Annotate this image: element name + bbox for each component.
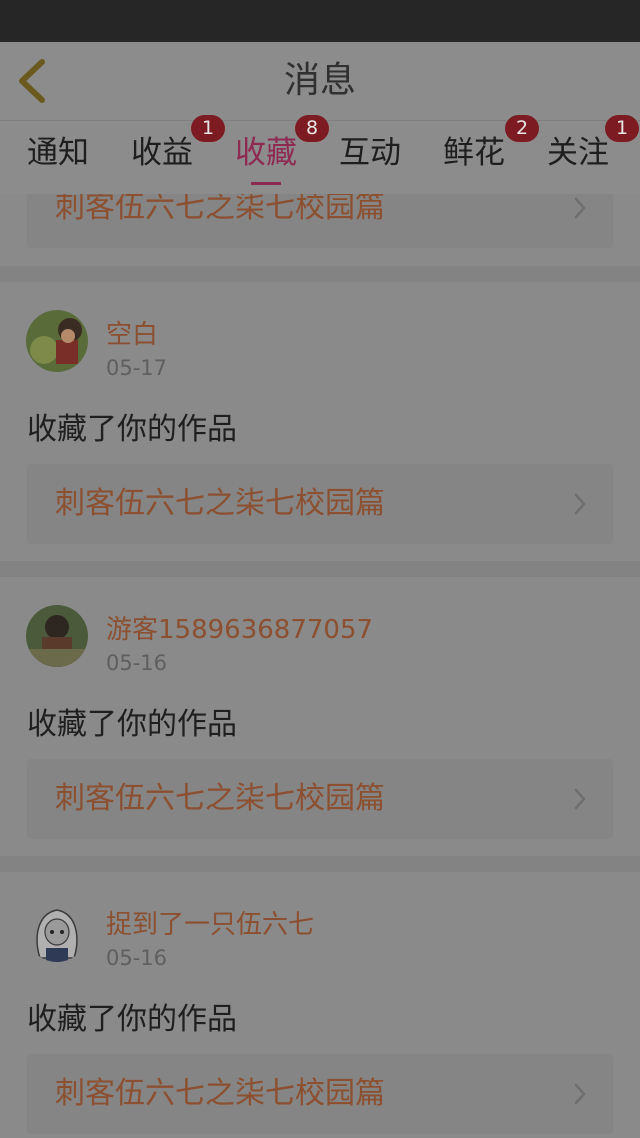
tab-label: 通知 [27, 135, 89, 171]
avatar[interactable] [26, 900, 88, 962]
work-title: 刺客伍六七之柒七校园篇 [55, 194, 385, 225]
tab-favorites[interactable]: 收藏 8 [235, 115, 329, 195]
chevron-right-icon [574, 493, 586, 515]
badge-count: 8 [295, 115, 329, 142]
message-date: 05-17 [106, 356, 168, 380]
tab-label: 收益 [131, 135, 193, 171]
message-text: 收藏了你的作品 [27, 707, 237, 742]
divider [0, 561, 640, 577]
header: 消息 [0, 42, 640, 120]
status-bar [0, 0, 640, 42]
username[interactable]: 游客1589636877057 [106, 609, 373, 646]
tab-label: 关注 [547, 135, 609, 171]
active-tab-indicator [251, 182, 281, 185]
message-list: 刺客伍六七之柒七校园篇 空白 05-17 收藏了你的作品 刺客伍六七之柒七校园篇 [0, 194, 640, 1138]
work-link[interactable]: 刺客伍六七之柒七校园篇 [27, 464, 613, 544]
message-text: 收藏了你的作品 [27, 1002, 237, 1037]
chevron-right-icon [574, 1083, 586, 1105]
badge-count: 1 [605, 115, 639, 142]
message-card: 刺客伍六七之柒七校园篇 [0, 194, 640, 266]
work-link[interactable]: 刺客伍六七之柒七校园篇 [27, 1054, 613, 1134]
tab-notice[interactable]: 通知 [27, 121, 89, 195]
chevron-right-icon [574, 197, 586, 219]
work-title: 刺客伍六七之柒七校园篇 [55, 781, 385, 816]
tab-label: 收藏 [235, 135, 297, 171]
badge-count: 2 [505, 115, 539, 142]
message-date: 05-16 [106, 651, 168, 675]
tab-interaction[interactable]: 互动 [339, 121, 401, 195]
message-card: 空白 05-17 收藏了你的作品 刺客伍六七之柒七校园篇 [0, 282, 640, 561]
work-title: 刺客伍六七之柒七校园篇 [55, 1076, 385, 1111]
work-title: 刺客伍六七之柒七校园篇 [55, 486, 385, 521]
username[interactable]: 捉到了一只伍六七 [106, 904, 314, 941]
message-text: 收藏了你的作品 [27, 412, 237, 447]
tab-earnings[interactable]: 收益 1 [131, 115, 225, 195]
chevron-right-icon [574, 788, 586, 810]
badge-count: 1 [191, 115, 225, 142]
tab-bar: 通知 收益 1 收藏 8 互动 鲜花 2 关注 1 [0, 115, 640, 195]
avatar[interactable] [26, 605, 88, 667]
message-card: 游客1589636877057 05-16 收藏了你的作品 刺客伍六七之柒七校园… [0, 577, 640, 856]
divider [0, 266, 640, 282]
tab-label: 鲜花 [443, 135, 505, 171]
message-card: 捉到了一只伍六七 05-16 收藏了你的作品 刺客伍六七之柒七校园篇 [0, 872, 640, 1138]
tab-flowers[interactable]: 鲜花 2 [443, 115, 539, 195]
username[interactable]: 空白 [106, 314, 158, 351]
tab-following[interactable]: 关注 1 [547, 115, 639, 195]
work-link[interactable]: 刺客伍六七之柒七校园篇 [27, 759, 613, 839]
tab-label: 互动 [339, 135, 401, 171]
page-title: 消息 [283, 60, 356, 101]
message-date: 05-16 [106, 946, 168, 970]
avatar[interactable] [26, 310, 88, 372]
divider [0, 856, 640, 872]
work-link[interactable]: 刺客伍六七之柒七校园篇 [27, 194, 613, 248]
